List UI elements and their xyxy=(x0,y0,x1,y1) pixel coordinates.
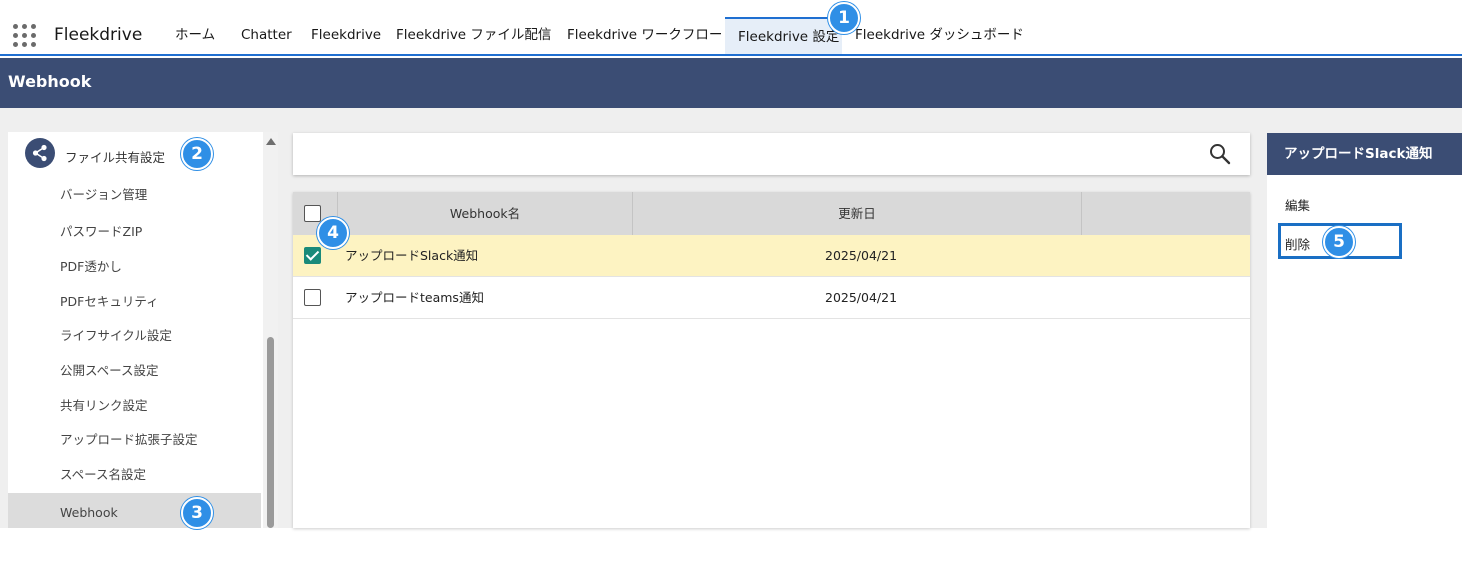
settings-sidebar: ファイル共有設定 バージョン管理 パスワードZIP PDF透かし PDFセキュリ… xyxy=(8,132,278,528)
table-row[interactable]: アップロードSlack通知 2025/04/21 xyxy=(293,235,1250,277)
sidebar-item-upload-extension[interactable]: アップロード拡張子設定 xyxy=(8,422,261,457)
search-icon[interactable] xyxy=(1209,143,1231,165)
edit-button[interactable]: 編集 xyxy=(1285,195,1310,214)
scrollbar-thumb[interactable] xyxy=(267,337,274,528)
page-title: Webhook xyxy=(8,72,92,91)
sidebar-item-lifecycle[interactable]: ライフサイクル設定 xyxy=(8,318,261,353)
sidebar-item-password-zip[interactable]: パスワードZIP xyxy=(8,214,261,249)
webhook-table: Webhook名 更新日 アップロードSlack通知 2025/04/21 アッ… xyxy=(293,192,1250,528)
search-input[interactable] xyxy=(293,133,1250,175)
row-updated-date: 2025/04/21 xyxy=(825,290,898,305)
step-badge-3: 3 xyxy=(181,497,213,529)
table-header: Webhook名 更新日 xyxy=(293,192,1250,235)
step-badge-5: 5 xyxy=(1323,226,1355,258)
step-badge-1: 1 xyxy=(828,2,860,34)
column-header-webhook-name[interactable]: Webhook名 xyxy=(337,192,632,235)
sidebar-section-file-sharing[interactable]: ファイル共有設定 xyxy=(8,132,263,176)
tab-home[interactable]: ホーム xyxy=(162,17,228,54)
tab-settings[interactable]: Fleekdrive 設定 xyxy=(725,17,842,54)
sidebar-item-pdf-security[interactable]: PDFセキュリティ xyxy=(8,284,261,319)
column-header-blank xyxy=(1081,192,1250,235)
sidebar-item-version-management[interactable]: バージョン管理 xyxy=(8,177,261,212)
row-updated-date: 2025/04/21 xyxy=(825,248,898,263)
sidebar-section-label: ファイル共有設定 xyxy=(65,150,166,165)
sidebar-item-pdf-watermark[interactable]: PDF透かし xyxy=(8,249,261,284)
page-header: Webhook xyxy=(0,58,1462,108)
sidebar-item-webhook[interactable]: Webhook xyxy=(8,493,261,528)
scroll-up-arrow-icon[interactable] xyxy=(266,138,276,145)
top-navigation: Fleekdrive ホーム Chatter Fleekdrive Fleekd… xyxy=(0,0,1462,56)
tab-fleekdrive[interactable]: Fleekdrive xyxy=(298,17,394,54)
detail-panel-title: アップロードSlack通知 xyxy=(1267,133,1462,175)
row-webhook-name: アップロードSlack通知 xyxy=(345,248,479,263)
detail-panel: アップロードSlack通知 編集 削除 xyxy=(1267,133,1462,528)
app-name: Fleekdrive xyxy=(54,25,143,45)
tab-file-distribution[interactable]: Fleekdrive ファイル配信 xyxy=(383,17,564,54)
share-icon xyxy=(25,138,55,168)
sidebar-scrollbar[interactable] xyxy=(263,132,278,528)
delete-button[interactable]: 削除 xyxy=(1285,234,1310,253)
row-checkbox[interactable] xyxy=(304,289,321,306)
sidebar-item-space-name[interactable]: スペース名設定 xyxy=(8,457,261,492)
step-badge-2: 2 xyxy=(181,138,213,170)
row-checkbox[interactable] xyxy=(304,247,321,264)
column-header-updated-date[interactable]: 更新日 xyxy=(632,192,1081,235)
sidebar-item-public-space[interactable]: 公開スペース設定 xyxy=(8,353,261,388)
row-webhook-name: アップロードteams通知 xyxy=(345,290,484,305)
sidebar-item-share-link[interactable]: 共有リンク設定 xyxy=(8,388,261,423)
table-row[interactable]: アップロードteams通知 2025/04/21 xyxy=(293,277,1250,319)
tab-chatter[interactable]: Chatter xyxy=(228,17,305,54)
app-launcher-icon[interactable] xyxy=(13,24,37,48)
tab-workflow[interactable]: Fleekdrive ワークフロー xyxy=(554,17,735,54)
step-badge-4: 4 xyxy=(317,217,349,249)
tab-dashboard[interactable]: Fleekdrive ダッシュボード xyxy=(842,17,1037,54)
select-all-checkbox[interactable] xyxy=(304,205,321,222)
